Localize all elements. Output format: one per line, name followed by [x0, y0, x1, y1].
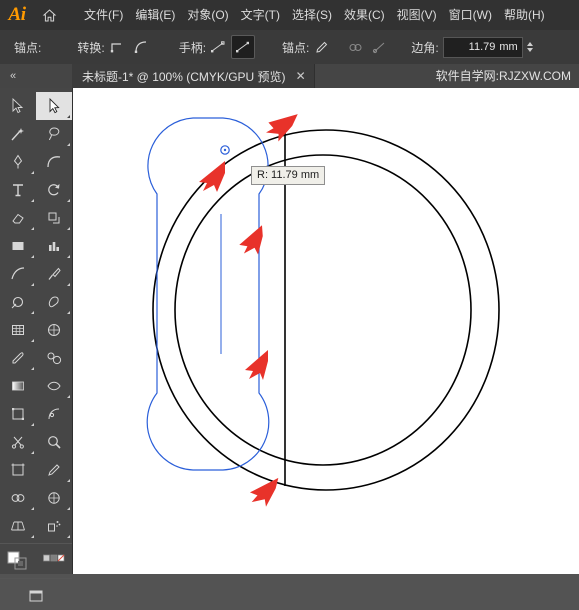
tool-type[interactable] — [0, 176, 36, 204]
menu-item-window[interactable]: 窗口(W) — [443, 0, 498, 30]
anchor-point-label: 锚点: — [14, 40, 42, 55]
tool-lasso[interactable] — [36, 120, 72, 148]
convert-to-smooth-icon[interactable] — [130, 36, 152, 58]
convert-to-corner-icon[interactable] — [106, 36, 128, 58]
close-icon[interactable]: ✕ — [296, 69, 306, 83]
live-corner-widget-dot — [223, 148, 227, 152]
tool-eyedropper[interactable] — [0, 344, 36, 372]
tool-scale[interactable] — [36, 204, 72, 232]
tool-grid — [0, 88, 72, 610]
menu-bar: Ai 文件(F) 编辑(E) 对象(O) 文字(T) 选择(S) 效果(C) 视… — [0, 0, 579, 30]
tool-zoom[interactable] — [36, 428, 72, 456]
menu-item-help[interactable]: 帮助(H) — [498, 0, 551, 30]
corner-radius-input[interactable]: 11.79 mm — [442, 36, 523, 58]
anchor-tools-label: 锚点: — [282, 40, 310, 55]
convert-label: 转换: — [77, 40, 105, 55]
menu-item-view[interactable]: 视图(V) — [391, 0, 443, 30]
tool-line-segment[interactable] — [0, 260, 36, 288]
menu-item-object[interactable]: 对象(O) — [181, 0, 234, 30]
menu-item-list: 文件(F) 编辑(E) 对象(O) 文字(T) 选择(S) 效果(C) 视图(V… — [78, 0, 551, 30]
tool-blob-brush[interactable] — [36, 288, 72, 316]
show-handles-icon[interactable] — [207, 36, 229, 58]
annotation-arrow-top — [266, 114, 298, 142]
tool-color-mode-swatch[interactable] — [36, 547, 72, 575]
tool-free-transform[interactable] — [0, 400, 36, 428]
tools-panel — [0, 88, 73, 602]
handles-label: 手柄: — [178, 40, 207, 55]
menu-item-file[interactable]: 文件(F) — [78, 0, 129, 30]
tool-direct-selection[interactable] — [36, 92, 72, 120]
tool-column-graph[interactable] — [36, 232, 72, 260]
corner-radius-unit: mm — [499, 41, 518, 53]
tool-shaper[interactable] — [0, 288, 36, 316]
remove-anchor-icon[interactable] — [310, 36, 332, 58]
corner-radius-tooltip: R: 11.79 mm — [251, 166, 326, 185]
tool-width[interactable] — [36, 372, 72, 400]
tool-symbol-sprayer[interactable] — [36, 512, 72, 540]
tool-separator-2 — [0, 578, 72, 579]
tool-grid[interactable] — [0, 316, 36, 344]
tool-rectangle[interactable] — [0, 232, 36, 260]
document-tab[interactable]: 未标题-1* @ 100% (CMYK/GPU 预览) ✕ — [72, 64, 315, 88]
tool-puppet-warp[interactable] — [36, 400, 72, 428]
cut-path-icon[interactable] — [368, 36, 390, 58]
tool-rotate[interactable] — [36, 176, 72, 204]
watermark-text: 软件自学网:RJZXW.COM — [435, 69, 571, 83]
collapse-panel-icon[interactable]: « — [2, 66, 22, 86]
document-tab-title: 未标题-1* @ 100% (CMYK/GPU 预览) — [82, 69, 286, 84]
app-logo: Ai — [8, 4, 26, 25]
control-bar: 锚点: 转换: 手柄: 锚点: 边角: 11.79 mm — [0, 30, 579, 65]
tool-eraser[interactable] — [0, 204, 36, 232]
menu-item-select[interactable]: 选择(S) — [286, 0, 338, 30]
tool-mesh[interactable] — [36, 316, 72, 344]
tool-paintbrush[interactable] — [36, 260, 72, 288]
hide-handles-icon[interactable] — [231, 35, 256, 59]
annotation-arrow-mid-lower — [245, 350, 268, 380]
tool-selection[interactable] — [0, 92, 36, 120]
tool-live-paint-bucket[interactable] — [36, 484, 72, 512]
tool-screen-mode[interactable] — [0, 582, 72, 610]
tool-shape-builder[interactable] — [0, 484, 36, 512]
document-tab-bar: « 未标题-1* @ 100% (CMYK/GPU 预览) ✕ 软件自学网:RJ… — [0, 64, 579, 89]
annotation-arrow-left — [199, 161, 225, 192]
corner-radius-stepper[interactable] — [526, 38, 533, 57]
tool-blend[interactable] — [36, 344, 72, 372]
tool-pen[interactable] — [0, 148, 36, 176]
tool-separator — [0, 543, 72, 544]
tool-slice[interactable] — [36, 456, 72, 484]
tool-perspective-grid[interactable] — [0, 512, 36, 540]
annotation-arrow-mid-upper — [239, 225, 263, 255]
menu-item-edit[interactable]: 编辑(E) — [129, 0, 181, 30]
artboard-canvas[interactable]: R: 11.79 mm — [73, 88, 579, 574]
tool-scissors[interactable] — [0, 428, 36, 456]
tool-artboard[interactable] — [0, 456, 36, 484]
illustrator-window: Ai 文件(F) 编辑(E) 对象(O) 文字(T) 选择(S) 效果(C) 视… — [0, 0, 579, 602]
tool-curvature[interactable] — [36, 148, 72, 176]
tool-magic-wand[interactable] — [0, 120, 36, 148]
menu-item-type[interactable]: 文字(T) — [235, 0, 286, 30]
menu-item-effect[interactable]: 效果(C) — [338, 0, 391, 30]
home-icon[interactable] — [34, 0, 64, 30]
artwork-svg — [146, 114, 500, 507]
corner-radius-value: 11.79 — [468, 41, 496, 53]
inner-ring-shape — [174, 154, 472, 466]
tool-gradient[interactable] — [0, 372, 36, 400]
corner-label: 边角: — [411, 40, 439, 55]
outer-ring-shape — [152, 129, 500, 491]
tool-fill-stroke-swatch[interactable] — [0, 547, 36, 575]
isolate-object-icon[interactable] — [344, 36, 366, 58]
